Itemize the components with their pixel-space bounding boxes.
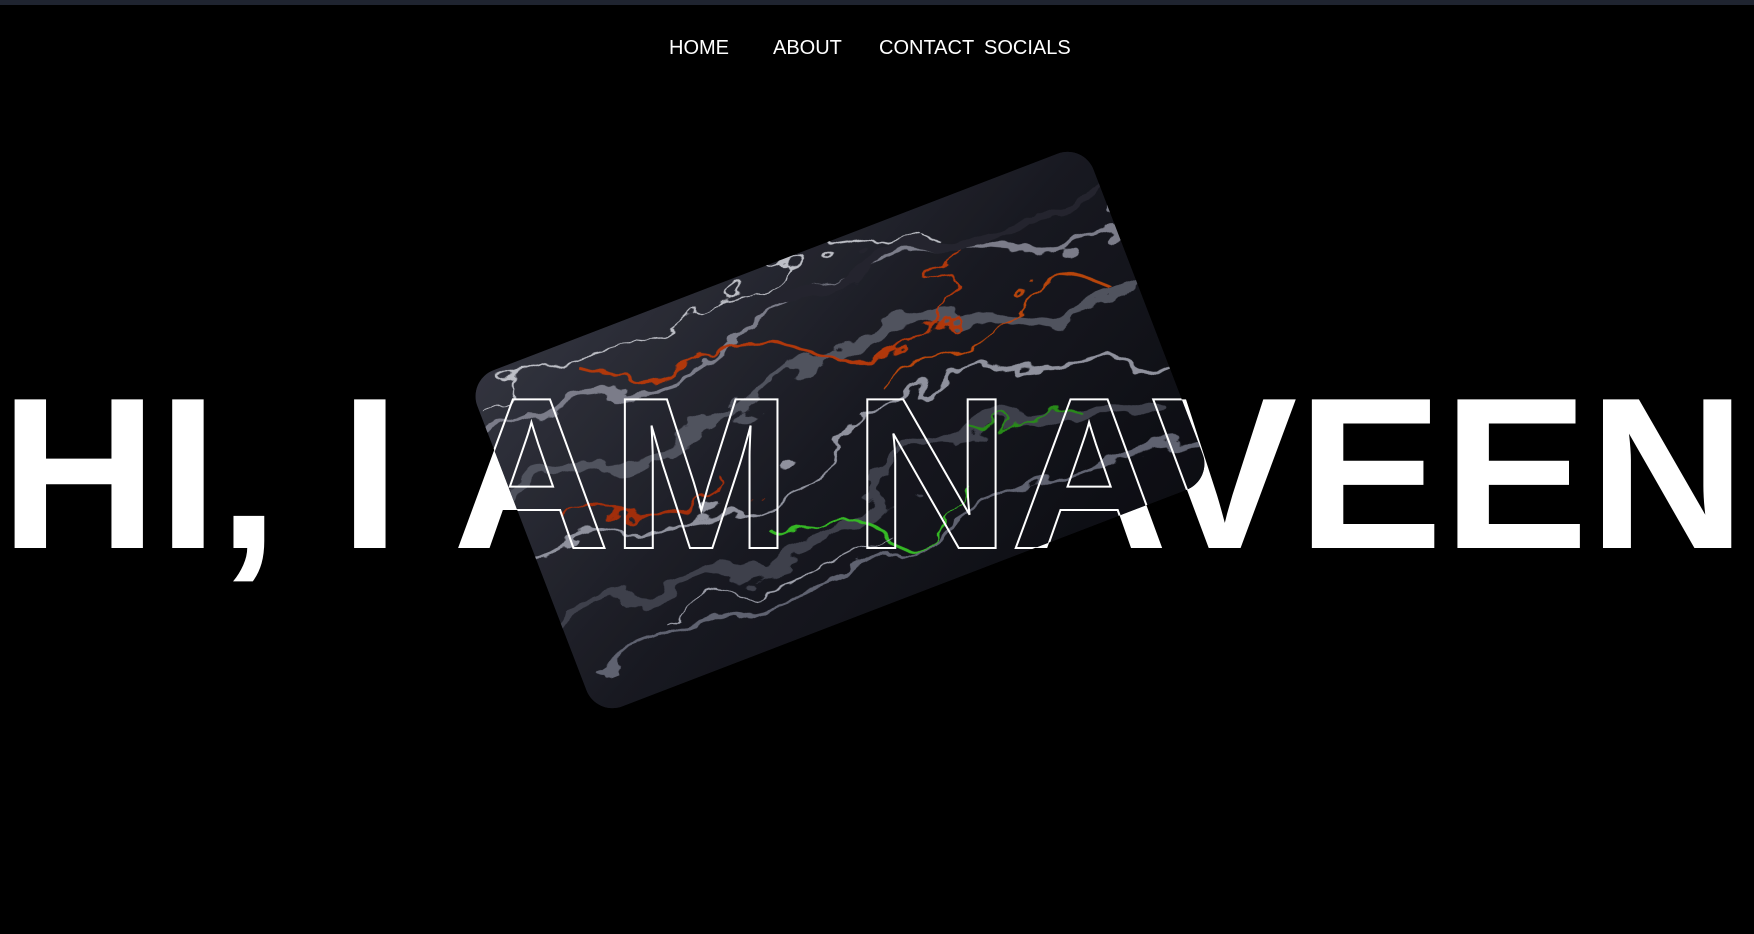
nav-home-link[interactable]: HOME (669, 34, 773, 62)
hero-headline-outline-text: HI, I AM NAVEEN (0, 352, 1746, 594)
nav-about-link[interactable]: ABOUT (773, 34, 879, 62)
top-bar (0, 0, 1754, 5)
page: HOME ABOUT CONTACT SOCIALS HI, I AM NAVE… (0, 0, 1754, 934)
hero-headline-outline: HI, I AM NAVEEN (0, 340, 1754, 600)
nav-contact-link[interactable]: CONTACT (879, 34, 984, 62)
hero-headline-outline-svg: HI, I AM NAVEEN (0, 351, 1746, 595)
main-nav: HOME ABOUT CONTACT SOCIALS (669, 34, 1071, 62)
nav-socials-link[interactable]: SOCIALS (984, 34, 1071, 62)
